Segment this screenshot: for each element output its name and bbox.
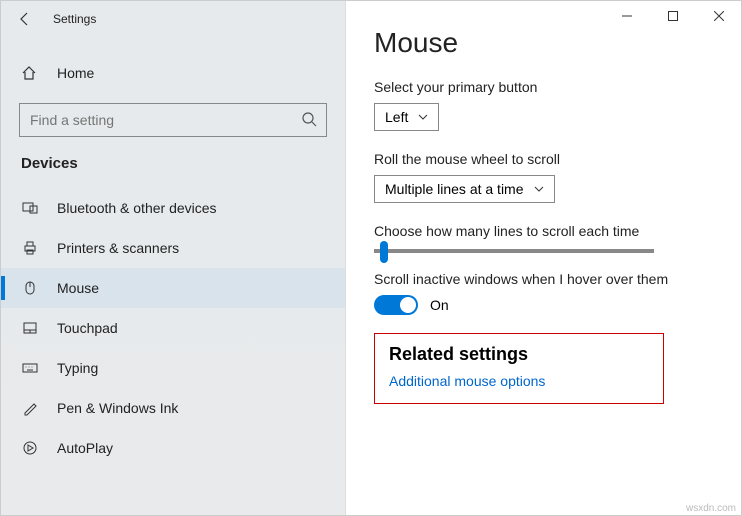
lines-label: Choose how many lines to scroll each tim…	[374, 223, 713, 239]
sidebar-item-label: Printers & scanners	[57, 240, 179, 256]
slider-thumb[interactable]	[380, 241, 388, 263]
home-label: Home	[57, 65, 94, 81]
sidebar-item-bluetooth[interactable]: Bluetooth & other devices	[1, 188, 345, 228]
search-input-wrap[interactable]	[19, 103, 327, 137]
primary-button-select[interactable]: Left	[374, 103, 439, 131]
devices-icon	[21, 200, 39, 216]
chevron-down-icon	[534, 184, 544, 194]
sidebar-item-label: Typing	[57, 360, 98, 376]
primary-button-value: Left	[385, 109, 408, 125]
scroll-value: Multiple lines at a time	[385, 181, 524, 197]
toggle-state: On	[430, 297, 449, 313]
sidebar-item-typing[interactable]: Typing	[1, 348, 345, 388]
inactive-toggle[interactable]	[374, 295, 418, 315]
sidebar-item-label: Pen & Windows Ink	[57, 400, 178, 416]
sidebar-item-mouse[interactable]: Mouse	[1, 268, 345, 308]
section-header: Devices	[1, 155, 345, 188]
mouse-icon	[21, 280, 39, 296]
inactive-label: Scroll inactive windows when I hover ove…	[374, 271, 713, 287]
sidebar-item-printers[interactable]: Printers & scanners	[1, 228, 345, 268]
pen-icon	[21, 400, 39, 416]
touchpad-icon	[21, 320, 39, 336]
scroll-select[interactable]: Multiple lines at a time	[374, 175, 555, 203]
lines-slider[interactable]	[374, 249, 654, 253]
maximize-button[interactable]	[650, 1, 696, 32]
additional-mouse-options-link[interactable]: Additional mouse options	[389, 373, 649, 389]
home-nav[interactable]: Home	[1, 55, 345, 91]
sidebar-item-pen[interactable]: Pen & Windows Ink	[1, 388, 345, 428]
search-icon	[301, 111, 317, 127]
sidebar-item-label: AutoPlay	[57, 440, 113, 456]
sidebar-item-label: Bluetooth & other devices	[57, 200, 217, 216]
chevron-down-icon	[418, 112, 428, 122]
related-header: Related settings	[389, 344, 649, 365]
window-title: Settings	[53, 12, 96, 26]
back-button[interactable]	[13, 7, 37, 31]
sidebar-item-label: Mouse	[57, 280, 99, 296]
watermark: wsxdn.com	[686, 503, 736, 514]
sidebar-item-autoplay[interactable]: AutoPlay	[1, 428, 345, 468]
related-settings-box: Related settings Additional mouse option…	[374, 333, 664, 404]
primary-button-label: Select your primary button	[374, 79, 713, 95]
search-input[interactable]	[19, 103, 327, 137]
minimize-button[interactable]	[604, 1, 650, 32]
keyboard-icon	[21, 360, 39, 376]
home-icon	[21, 65, 39, 81]
sidebar-item-touchpad[interactable]: Touchpad	[1, 308, 345, 348]
autoplay-icon	[21, 440, 39, 456]
scroll-label: Roll the mouse wheel to scroll	[374, 151, 713, 167]
printer-icon	[21, 240, 39, 256]
sidebar-item-label: Touchpad	[57, 320, 118, 336]
close-button[interactable]	[696, 1, 741, 32]
